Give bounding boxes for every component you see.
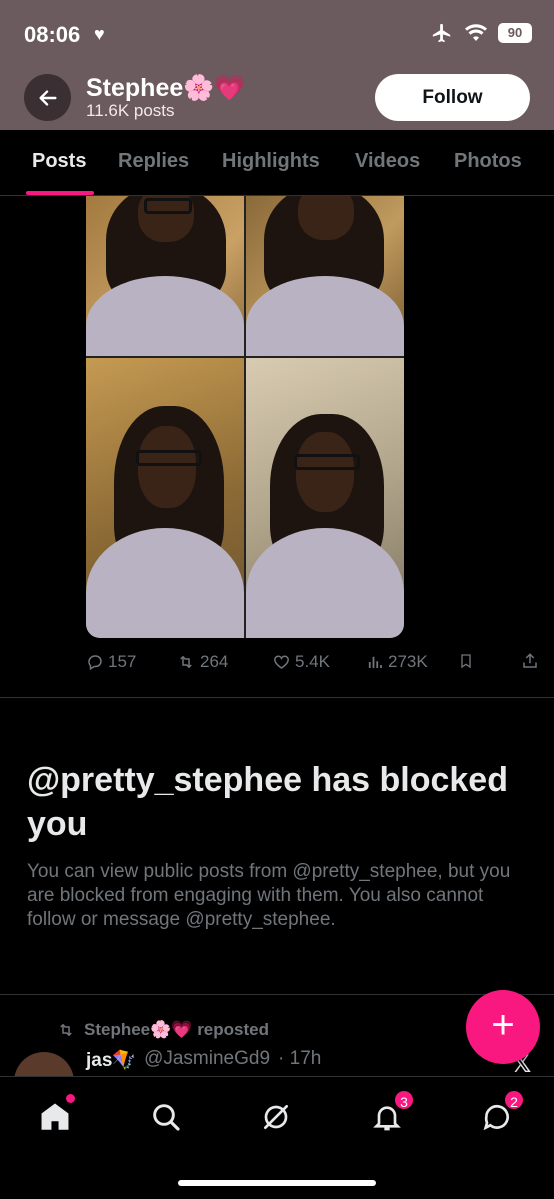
media-image-4[interactable] [246, 358, 404, 638]
views-chart-icon [368, 656, 382, 668]
notifications-badge: 3 [393, 1089, 415, 1111]
home-icon [41, 1103, 69, 1130]
back-button[interactable] [24, 74, 71, 121]
share-button[interactable] [521, 652, 539, 670]
tweet-author-handle[interactable]: @JasmineGd9 [144, 1048, 270, 1072]
blocked-title: @pretty_stephee has blocked you [27, 761, 508, 843]
repost-icon [60, 1023, 72, 1037]
status-bar: 08:06 ♥ 90 [0, 0, 554, 68]
tab-posts[interactable]: Posts [32, 150, 86, 173]
active-tab-indicator [26, 191, 94, 195]
media-image-3[interactable] [86, 358, 244, 638]
heart-icon: ♥ [94, 24, 105, 44]
tab-replies[interactable]: Replies [118, 150, 189, 173]
tab-photos[interactable]: Photos [454, 150, 522, 173]
home-unread-dot [66, 1094, 75, 1103]
nav-grok[interactable] [256, 1097, 296, 1137]
divider [0, 994, 554, 995]
status-icons: 90 [430, 22, 532, 44]
status-time: 08:06 [24, 22, 81, 47]
search-icon [153, 1104, 180, 1131]
like-button[interactable]: 5.4K [272, 652, 330, 672]
reply-icon [88, 655, 102, 671]
posts-count: 11.6K posts [86, 101, 175, 120]
repost-indicator: Stephee🌸💗 reposted [56, 1020, 269, 1040]
views-count: 273K [388, 652, 428, 671]
repost-text: Stephee🌸💗 reposted [84, 1020, 269, 1039]
bookmark-button[interactable] [458, 652, 474, 670]
bookmark-icon [461, 654, 471, 669]
battery-indicator: 90 [498, 23, 532, 43]
nav-messages[interactable]: 2 [477, 1089, 525, 1137]
tab-highlights[interactable]: Highlights [222, 150, 320, 173]
like-count: 5.4K [295, 652, 330, 671]
post-action-bar: 157 264 5.4K 273K [86, 652, 541, 676]
follow-button[interactable]: Follow [375, 74, 530, 121]
tweet-author-name[interactable]: jas🪁 [86, 1048, 136, 1072]
wifi-icon [465, 24, 487, 41]
media-image-1[interactable] [86, 196, 244, 356]
home-indicator [178, 1180, 376, 1186]
grok-icon [264, 1105, 288, 1129]
plus-icon: + [491, 1003, 515, 1047]
reply-count: 157 [108, 652, 137, 671]
tweet-author-line: jas🪁 @JasmineGd9 · 17h [86, 1048, 321, 1072]
nav-notifications[interactable]: 3 [367, 1089, 415, 1137]
messages-badge: 2 [503, 1089, 525, 1111]
compose-button[interactable]: + [466, 990, 540, 1064]
repost-count: 264 [200, 652, 229, 671]
divider [0, 697, 554, 698]
nav-home[interactable] [35, 1094, 75, 1137]
tab-videos[interactable]: Videos [355, 150, 420, 173]
airplane-icon [432, 23, 451, 43]
repost-icon [180, 655, 192, 669]
views-button[interactable]: 273K [366, 652, 428, 672]
heart-outline-icon [274, 655, 289, 669]
share-icon [523, 653, 537, 668]
tweet-time: · 17h [278, 1048, 322, 1069]
profile-tabs: Posts Replies Highlights Videos Photos [0, 130, 554, 196]
profile-header: 08:06 ♥ 90 Stephee🌸💗 11.6K posts Follow [0, 0, 554, 130]
profile-name: Stephee🌸💗 [86, 74, 246, 102]
nav-search[interactable] [146, 1097, 186, 1137]
post-media-grid[interactable] [86, 196, 404, 638]
blocked-description: You can view public posts from @pretty_s… [27, 861, 511, 930]
reply-button[interactable]: 157 [86, 652, 136, 672]
arrow-left-icon [38, 89, 57, 106]
repost-button[interactable]: 264 [176, 652, 228, 672]
media-image-2[interactable] [246, 196, 404, 356]
